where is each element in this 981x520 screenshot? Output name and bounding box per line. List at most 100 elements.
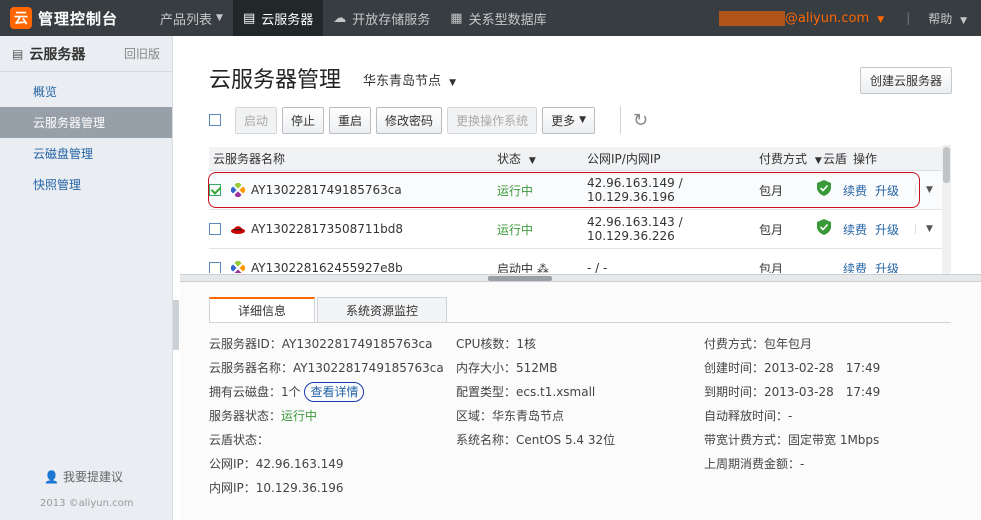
user-menu[interactable]: ■■■■■ @aliyun.com ▼ xyxy=(719,10,884,26)
detail-last-week: 上周期消费金额：- xyxy=(704,457,805,471)
stop-button[interactable]: 停止 xyxy=(282,106,325,134)
database-icon: ▦ xyxy=(450,10,463,26)
renew-link[interactable]: 续费 xyxy=(843,182,867,199)
shield-icon xyxy=(817,219,843,239)
row-checkbox[interactable] xyxy=(209,262,221,273)
detail-pane: 详细信息 系统资源监控 云服务器ID：AY1302281749185763ca … xyxy=(180,282,981,520)
server-table: 云服务器名称 状态 ▼ 公网IP/内网IP 付费方式 ▼ 云盾 操作 AY130… xyxy=(209,147,951,273)
more-button[interactable]: 更多 ▼ xyxy=(542,106,596,134)
upgrade-link[interactable]: 升级 xyxy=(875,182,899,199)
region-selector[interactable]: 华东青岛节点 ▼ xyxy=(363,70,456,89)
detail-expires: 到期时间：2013-03-28 17:49 xyxy=(704,385,881,399)
top-right: ■■■■■ @aliyun.com ▼ | 帮助 ▼ xyxy=(719,0,981,36)
help-label: 帮助 xyxy=(928,11,953,26)
upgrade-link[interactable]: 升级 xyxy=(875,221,899,238)
page-title: 云服务器管理 xyxy=(209,68,342,93)
topnav-rds[interactable]: ▦ 关系型数据库 xyxy=(440,0,556,36)
server-icon: ▤ xyxy=(242,10,256,26)
sidebar-item-disk-management[interactable]: 云磁盘管理 xyxy=(0,138,172,169)
sidebar-collapse-handle[interactable] xyxy=(173,300,179,350)
detail-bandwidth: 带宽计费方式：固定带宽 1Mbps xyxy=(704,433,880,447)
topnav-label: 产品列表 xyxy=(160,12,213,28)
detail-status: 服务器状态：运行中 xyxy=(209,404,444,428)
copyright: 2013 ©aliyun.com xyxy=(40,498,134,509)
header-ops: 操作 xyxy=(853,152,878,166)
view-disk-details-link[interactable]: 查看详情 xyxy=(304,382,365,402)
detail-cpu: CPU核数：1核 xyxy=(456,337,537,351)
brand[interactable]: 云 管理控制台 xyxy=(0,0,150,36)
select-all-checkbox[interactable] xyxy=(209,114,221,126)
detail-disks: 拥有云磁盘：1个 查看详情 xyxy=(209,380,444,404)
centos-icon xyxy=(229,181,247,199)
help-menu[interactable]: 帮助 ▼ xyxy=(928,10,967,27)
loading-spinner-icon: ⁂ xyxy=(536,261,549,274)
redacted-username: ■■■■■ xyxy=(719,10,785,26)
row-checkbox[interactable] xyxy=(209,223,221,235)
scrollbar-thumb[interactable] xyxy=(943,147,950,183)
topnav-ecs[interactable]: ▤ 云服务器 xyxy=(232,0,324,36)
detail-column-2: CPU核数：1核 内存大小：512MB 配置类型：ecs.t1.xsmall 区… xyxy=(456,332,615,452)
change-password-button[interactable]: 修改密码 xyxy=(376,106,443,134)
detail-disks-label: 拥有云磁盘：1个 xyxy=(209,385,301,399)
splitter-grip[interactable] xyxy=(488,276,552,281)
sidebar-item-overview[interactable]: 概览 xyxy=(0,76,172,107)
server-status: 运行中 xyxy=(497,222,534,237)
detail-tabs: 详细信息 系统资源监控 xyxy=(209,297,449,322)
server-name: AY130228162455927e8b xyxy=(251,261,403,273)
shield-icon xyxy=(817,180,843,200)
topnav-label: 开放存储服务 xyxy=(352,12,431,28)
table-row[interactable]: AY1302281749185763ca 运行中 42.96.163.149 /… xyxy=(209,171,951,210)
sidebar-item-snapshot-management[interactable]: 快照管理 xyxy=(0,169,172,200)
create-server-button[interactable]: 创建云服务器 xyxy=(859,67,952,94)
refresh-icon[interactable]: ↻ xyxy=(633,110,648,131)
header-pay[interactable]: 付费方式 ▼ xyxy=(759,150,823,167)
old-version-link[interactable]: 回旧版 xyxy=(124,45,160,62)
detail-server-id: 云服务器ID：AY1302281749185763ca xyxy=(209,337,433,351)
table-row[interactable]: AY130228173508711bd8 运行中 42.96.163.143 /… xyxy=(209,210,951,249)
table-row[interactable]: AY130228162455927e8b 启动中 ⁂ - / - 包月 续费 升… xyxy=(209,249,951,273)
server-icon: ▤ xyxy=(12,46,24,61)
divider: | xyxy=(906,11,911,25)
topnav-oss[interactable]: ☁ 开放存储服务 xyxy=(323,0,440,36)
topnav-label: 云服务器 xyxy=(261,12,314,28)
renew-link[interactable]: 续费 xyxy=(843,260,867,274)
suggest-link[interactable]: 👤 我要提建议 xyxy=(44,468,123,485)
centos-icon xyxy=(229,259,247,273)
header-shield: 云盾 xyxy=(823,152,848,166)
server-status: 运行中 xyxy=(497,183,534,198)
server-pay: 包月 xyxy=(759,261,784,274)
row-menu-chevron-icon[interactable]: ▼ xyxy=(915,224,945,234)
suggest-label: 我要提建议 xyxy=(62,470,123,484)
upgrade-link[interactable]: 升级 xyxy=(875,260,899,274)
tab-monitoring[interactable]: 系统资源监控 xyxy=(317,297,448,322)
server-status-label: 启动中 xyxy=(497,261,534,274)
detail-region: 区域：华东青岛节点 xyxy=(456,409,565,423)
chevron-down-icon: ▼ xyxy=(528,156,536,166)
detail-column-1: 云服务器ID：AY1302281749185763ca 云服务器名称：AY130… xyxy=(209,332,444,500)
pane-splitter[interactable] xyxy=(180,274,981,282)
user-email-suffix: @aliyun.com xyxy=(784,10,870,26)
row-checkbox[interactable] xyxy=(209,184,221,196)
detail-shield: 云盾状态： xyxy=(209,433,270,447)
detail-status-value: 运行中 xyxy=(281,409,318,423)
sidebar-item-server-management[interactable]: 云服务器管理 xyxy=(0,107,172,138)
tab-details[interactable]: 详细信息 xyxy=(209,297,316,322)
server-pay: 包月 xyxy=(759,183,784,198)
table-scrollbar[interactable] xyxy=(942,145,951,275)
detail-status-label: 服务器状态： xyxy=(209,409,282,423)
restart-button[interactable]: 重启 xyxy=(329,106,372,134)
server-ip: - / - xyxy=(587,261,608,273)
row-menu-chevron-icon[interactable]: ▼ xyxy=(915,185,945,195)
header-status-label: 状态 xyxy=(497,152,522,166)
server-pay: 包月 xyxy=(759,222,784,237)
start-button[interactable]: 启动 xyxy=(235,106,278,134)
header-status[interactable]: 状态 ▼ xyxy=(497,150,587,167)
chevron-down-icon: ▼ xyxy=(579,115,587,125)
detail-pay: 付费方式：包年包月 xyxy=(704,337,813,351)
detail-public-ip: 公网IP：42.96.163.149 xyxy=(209,457,344,471)
topnav-product-list[interactable]: 产品列表 ▼ xyxy=(150,0,233,36)
renew-link[interactable]: 续费 xyxy=(843,221,867,238)
change-os-button[interactable]: 更换操作系统 xyxy=(447,106,538,134)
header-ip: 公网IP/内网IP xyxy=(587,152,661,166)
chevron-down-icon: ▼ xyxy=(960,15,967,26)
